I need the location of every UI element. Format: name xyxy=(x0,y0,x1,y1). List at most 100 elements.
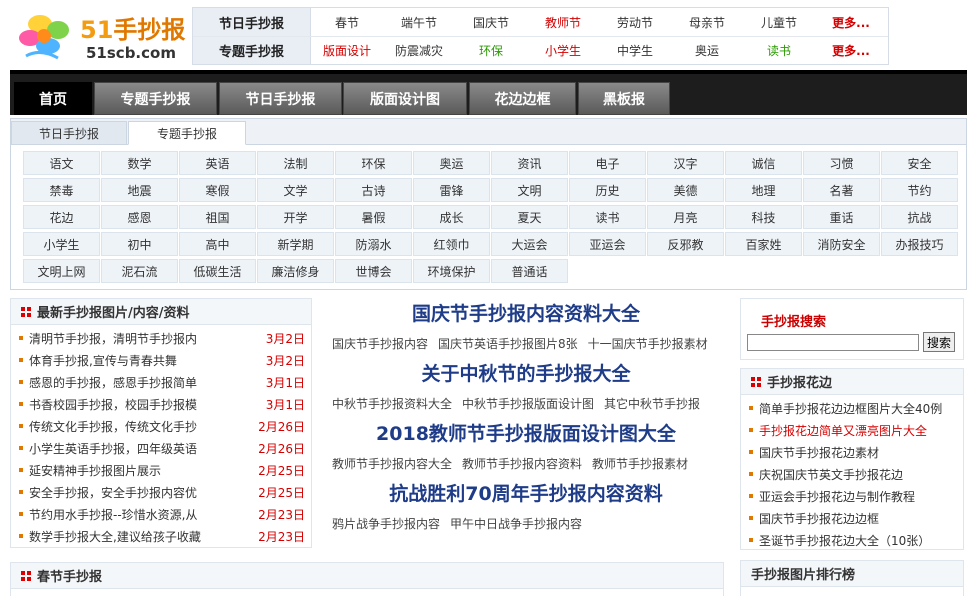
list-item[interactable]: 小学生英语手抄报，四年级英语 2月26日 xyxy=(19,437,311,459)
topic-link[interactable]: 法制 xyxy=(257,151,334,175)
list-item[interactable]: 圣诞节手抄报花边大全（10张） xyxy=(749,529,963,551)
top-link[interactable]: 劳动节 xyxy=(599,14,671,31)
list-item[interactable]: 简单手抄报花边边框图片大全40例 xyxy=(749,397,963,419)
topic-link[interactable]: 文学 xyxy=(257,178,334,202)
list-item[interactable]: 安全手抄报，安全手抄报内容优 2月25日 xyxy=(19,481,311,503)
topic-link[interactable]: 暑假 xyxy=(335,205,412,229)
topic-row-head[interactable]: 专题手抄报 xyxy=(193,37,311,64)
topic-link[interactable]: 大运会 xyxy=(491,232,568,256)
topic-link[interactable]: 亚运会 xyxy=(569,232,646,256)
list-item[interactable]: 国庆节手抄报花边素材 xyxy=(749,441,963,463)
topic-link[interactable]: 普通话 xyxy=(491,259,568,283)
topic-link[interactable]: 百家姓 xyxy=(725,232,802,256)
topic-link[interactable]: 成长 xyxy=(413,205,490,229)
topic-link[interactable]: 名著 xyxy=(803,178,880,202)
top-link[interactable]: 端午节 xyxy=(383,14,455,31)
topic-link[interactable]: 古诗 xyxy=(335,178,412,202)
topic-link[interactable]: 祖国 xyxy=(179,205,256,229)
list-item[interactable]: 手抄报花边简单又漂亮图片大全 xyxy=(749,419,963,441)
top-link[interactable]: 版面设计 xyxy=(311,42,383,59)
nav-tab-home[interactable]: 首页 xyxy=(14,82,92,115)
topic-link[interactable]: 高中 xyxy=(179,232,256,256)
top-link[interactable]: 奥运 xyxy=(671,42,743,59)
list-item-title[interactable]: 延安精神手抄报图片展示 xyxy=(29,462,253,479)
topic-link[interactable]: 红领巾 xyxy=(413,232,490,256)
list-item-title[interactable]: 节约用水手抄报--珍惜水资源,从 xyxy=(29,506,253,523)
list-item-title[interactable]: 国庆节手抄报花边边框 xyxy=(759,510,879,527)
topic-link[interactable]: 反邪教 xyxy=(647,232,724,256)
topic-link[interactable]: 办报技巧 xyxy=(881,232,958,256)
list-item[interactable]: 节约用水手抄报--珍惜水资源,从 2月23日 xyxy=(19,503,311,525)
topic-link[interactable]: 月亮 xyxy=(647,205,724,229)
list-item-title[interactable]: 传统文化手抄报，传统文化手抄 xyxy=(29,418,253,435)
topic-link[interactable]: 文明上网 xyxy=(23,259,100,283)
feature-sublink[interactable]: 教师节手抄报内容资料 xyxy=(462,457,582,471)
topic-link[interactable]: 文明 xyxy=(491,178,568,202)
list-item-title[interactable]: 书香校园手抄报，校园手抄报模 xyxy=(29,396,253,413)
list-item[interactable]: 感恩的手抄报，感恩手抄报简单 3月1日 xyxy=(19,371,311,393)
feature-title[interactable]: 2018教师节手抄报版面设计图大全 xyxy=(318,418,734,450)
topic-link[interactable]: 数学 xyxy=(101,151,178,175)
topic-link[interactable]: 地理 xyxy=(725,178,802,202)
topic-link[interactable]: 禁毒 xyxy=(23,178,100,202)
feature-sublink[interactable]: 甲午中日战争手抄报内容 xyxy=(450,517,582,531)
nav-tab-blackboard[interactable]: 黑板报 xyxy=(578,82,670,115)
top-link[interactable]: 儿童节 xyxy=(743,14,815,31)
nav-tab-layout[interactable]: 版面设计图 xyxy=(343,82,467,115)
topic-link[interactable]: 诚信 xyxy=(725,151,802,175)
topic-link[interactable]: 安全 xyxy=(881,151,958,175)
list-item[interactable]: 庆祝国庆节英文手抄报花边 xyxy=(749,463,963,485)
more-link[interactable]: 更多... xyxy=(815,14,887,31)
topic-link[interactable]: 节约 xyxy=(881,178,958,202)
topic-link[interactable]: 习惯 xyxy=(803,151,880,175)
list-item-title[interactable]: 小学生英语手抄报，四年级英语 xyxy=(29,440,253,457)
topic-link[interactable]: 奥运 xyxy=(413,151,490,175)
top-link[interactable]: 防震减灾 xyxy=(383,42,455,59)
search-input[interactable] xyxy=(747,334,919,351)
list-item-title[interactable]: 国庆节手抄报花边素材 xyxy=(759,444,879,461)
list-item[interactable]: 国庆节手抄报花边边框 xyxy=(749,507,963,529)
festival-row-head[interactable]: 节日手抄报 xyxy=(193,8,311,36)
feature-sublink[interactable]: 鸦片战争手抄报内容 xyxy=(332,517,440,531)
topic-link[interactable]: 防溺水 xyxy=(335,232,412,256)
list-item-title[interactable]: 亚运会手抄报花边与制作教程 xyxy=(759,488,915,505)
list-item[interactable]: 书香校园手抄报，校园手抄报模 3月1日 xyxy=(19,393,311,415)
feature-sublink[interactable]: 教师节手抄报内容大全 xyxy=(332,457,452,471)
top-link[interactable]: 环保 xyxy=(455,42,527,59)
list-item-title[interactable]: 庆祝国庆节英文手抄报花边 xyxy=(759,466,903,483)
topic-link[interactable]: 小学生 xyxy=(23,232,100,256)
topic-link[interactable]: 初中 xyxy=(101,232,178,256)
top-link[interactable]: 教师节 xyxy=(527,14,599,31)
top-link[interactable]: 中学生 xyxy=(599,42,671,59)
nav-tab-border[interactable]: 花边边框 xyxy=(469,82,576,115)
topic-link[interactable]: 重话 xyxy=(803,205,880,229)
topic-link[interactable]: 寒假 xyxy=(179,178,256,202)
top-link[interactable]: 春节 xyxy=(311,14,383,31)
topic-link[interactable]: 读书 xyxy=(569,205,646,229)
search-button[interactable]: 搜索 xyxy=(923,332,955,352)
topic-link[interactable]: 美德 xyxy=(647,178,724,202)
feature-sublink[interactable]: 中秋节手抄报资料大全 xyxy=(332,397,452,411)
topic-link[interactable]: 花边 xyxy=(23,205,100,229)
topic-link[interactable]: 语文 xyxy=(23,151,100,175)
topic-link[interactable]: 雷锋 xyxy=(413,178,490,202)
topic-link[interactable]: 世博会 xyxy=(335,259,412,283)
list-item-title[interactable]: 感恩的手抄报，感恩手抄报简单 xyxy=(29,374,253,391)
list-item[interactable]: 体育手抄报,宣传与青春共舞 3月2日 xyxy=(19,349,311,371)
topic-link[interactable]: 电子 xyxy=(569,151,646,175)
feature-sublink[interactable]: 十一国庆节手抄报素材 xyxy=(588,337,708,351)
top-link[interactable]: 国庆节 xyxy=(455,14,527,31)
subtab-topic[interactable]: 专题手抄报 xyxy=(128,121,246,145)
more-link[interactable]: 更多... xyxy=(815,42,887,59)
topic-link[interactable]: 抗战 xyxy=(881,205,958,229)
feature-sublink[interactable]: 国庆节手抄报内容 xyxy=(332,337,428,351)
topic-link[interactable]: 消防安全 xyxy=(803,232,880,256)
list-item-title[interactable]: 手抄报花边简单又漂亮图片大全 xyxy=(759,422,927,439)
list-item-title[interactable]: 圣诞节手抄报花边大全（10张） xyxy=(759,532,930,549)
topic-link[interactable]: 低碳生活 xyxy=(179,259,256,283)
nav-tab-topic[interactable]: 专题手抄报 xyxy=(94,82,217,115)
top-link[interactable]: 读书 xyxy=(743,42,815,59)
topic-link[interactable]: 地震 xyxy=(101,178,178,202)
list-item-title[interactable]: 清明节手抄报，清明节手抄报内 xyxy=(29,330,253,347)
feature-title[interactable]: 抗战胜利70周年手抄报内容资料 xyxy=(318,478,734,510)
